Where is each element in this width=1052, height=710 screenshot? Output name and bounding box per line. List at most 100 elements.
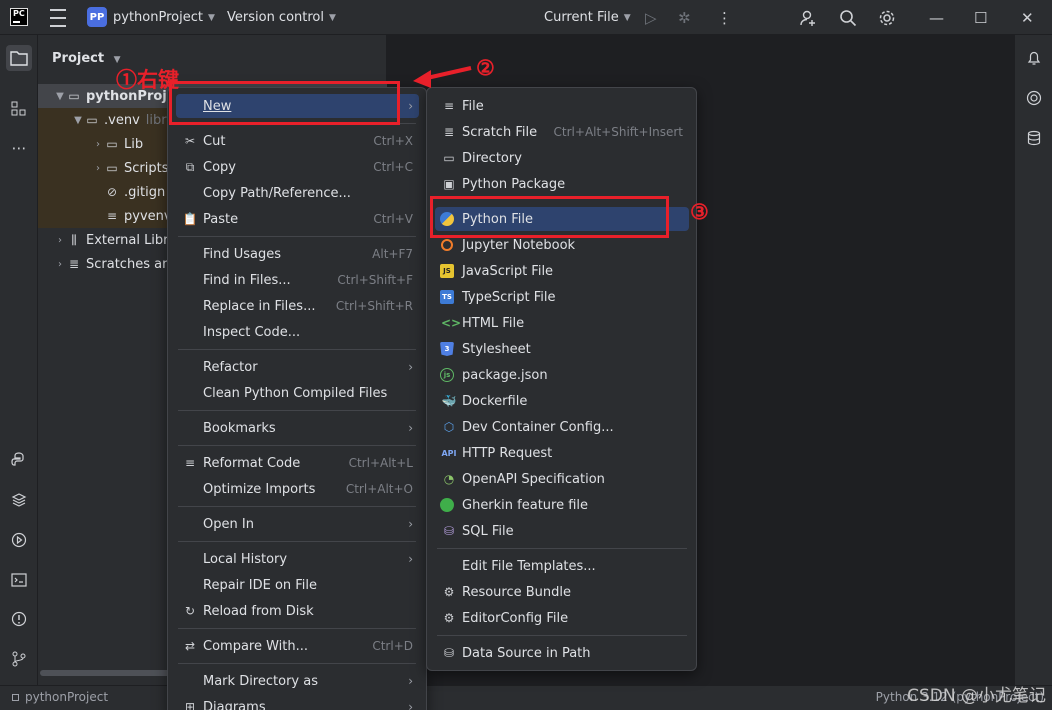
menu-item-optimize-imports[interactable]: Optimize Imports Ctrl+Alt+O xyxy=(176,477,419,501)
add-user-icon[interactable] xyxy=(799,0,817,35)
run-config-selector[interactable]: Current File ▼ xyxy=(544,0,631,35)
new-item-dev-container[interactable]: ⬡ Dev Container Config... xyxy=(435,415,689,439)
run-icon[interactable]: ▷ xyxy=(645,0,657,35)
menu-item-diagrams[interactable]: ⊞ Diagrams › xyxy=(176,695,419,710)
menu-item-label: Replace in Files... xyxy=(203,298,316,314)
new-item-data-source[interactable]: ⛁ Data Source in Path xyxy=(435,641,689,665)
notifications-bell-icon[interactable] xyxy=(1021,45,1047,71)
new-item-stylesheet[interactable]: 3 Stylesheet xyxy=(435,337,689,361)
close-icon[interactable]: ✕ xyxy=(1021,0,1034,35)
project-folder-icon[interactable] xyxy=(6,45,32,71)
new-item-http-request[interactable]: API HTTP Request xyxy=(435,441,689,465)
folder-icon: ▭ xyxy=(443,151,455,165)
main-menu-button[interactable] xyxy=(48,0,68,35)
maximize-icon[interactable]: ☐ xyxy=(974,0,987,35)
layers-icon[interactable] xyxy=(6,487,32,513)
menu-item-reload-from-disk[interactable]: ↻ Reload from Disk xyxy=(176,599,419,623)
menu-item-mark-directory[interactable]: Mark Directory as › xyxy=(176,669,419,693)
vcs-label: Version control xyxy=(227,10,324,25)
panel-title: Project xyxy=(52,51,105,66)
tree-item-label: Scripts xyxy=(124,160,169,176)
project-name: pythonProject xyxy=(113,10,203,25)
new-item-typescript-file[interactable]: TS TypeScript File xyxy=(435,285,689,309)
menu-item-label: Compare With... xyxy=(203,638,309,654)
new-item-resource-bundle[interactable]: ⚙ Resource Bundle xyxy=(435,580,689,604)
settings-gear-icon[interactable] xyxy=(878,0,896,35)
menu-item-copy-path[interactable]: Copy Path/Reference... xyxy=(176,181,419,205)
menu-item-local-history[interactable]: Local History › xyxy=(176,547,419,571)
gear-icon: ⚙ xyxy=(443,611,455,625)
menu-item-replace-in-files[interactable]: Replace in Files... Ctrl+Shift+R xyxy=(176,294,419,318)
new-item-dockerfile[interactable]: 🐳 Dockerfile xyxy=(435,389,689,413)
new-item-gherkin[interactable]: Gherkin feature file xyxy=(435,493,689,517)
menu-item-label: Open In xyxy=(203,516,254,532)
project-panel-header[interactable]: Project ▼ xyxy=(52,51,121,66)
menu-separator xyxy=(178,541,416,542)
menu-item-cut[interactable]: ✂ Cut Ctrl+X xyxy=(176,129,419,153)
menu-item-refactor[interactable]: Refactor › xyxy=(176,355,419,379)
menu-item-paste[interactable]: 📋 Paste Ctrl+V xyxy=(176,207,419,231)
database-icon: ⛁ xyxy=(443,646,455,660)
pycharm-logo-icon[interactable]: PC xyxy=(10,8,28,26)
menu-item-shortcut: Ctrl+V xyxy=(373,212,413,226)
status-project-name: pythonProject xyxy=(25,690,109,704)
menu-item-bookmarks[interactable]: Bookmarks › xyxy=(176,416,419,440)
new-item-html-file[interactable]: <> HTML File xyxy=(435,311,689,335)
new-item-file[interactable]: ≡ File xyxy=(435,94,689,118)
new-item-edit-templates[interactable]: Edit File Templates... xyxy=(435,554,689,578)
new-item-javascript-file[interactable]: JS JavaScript File xyxy=(435,259,689,283)
chevron-right-icon: › xyxy=(96,138,100,150)
new-item-directory[interactable]: ▭ Directory xyxy=(435,146,689,170)
new-item-python-package[interactable]: ▣ Python Package xyxy=(435,172,689,196)
menu-item-reformat-code[interactable]: ≡ Reformat Code Ctrl+Alt+L xyxy=(176,451,419,475)
chevron-right-icon: › xyxy=(408,421,413,435)
problems-icon[interactable] xyxy=(6,606,32,632)
services-run-icon[interactable] xyxy=(6,527,32,553)
new-item-package-json[interactable]: js package.json xyxy=(435,363,689,387)
search-icon[interactable] xyxy=(839,0,857,35)
menu-item-label: HTTP Request xyxy=(462,445,553,461)
menu-item-find-in-files[interactable]: Find in Files... Ctrl+Shift+F xyxy=(176,268,419,292)
menu-item-compare-with[interactable]: ⇄ Compare With... Ctrl+D xyxy=(176,634,419,658)
menu-item-label: Dockerfile xyxy=(462,393,528,409)
new-item-sql-file[interactable]: ⛁ SQL File xyxy=(435,519,689,543)
menu-item-label: Diagrams xyxy=(203,699,266,710)
menu-item-shortcut: Ctrl+Alt+O xyxy=(345,482,413,496)
horizontal-scrollbar[interactable] xyxy=(40,670,170,676)
status-project-breadcrumb[interactable]: pythonProject xyxy=(12,690,108,704)
menu-item-inspect-code[interactable]: Inspect Code... xyxy=(176,320,419,344)
minimize-icon[interactable]: — xyxy=(929,0,944,35)
gherkin-icon xyxy=(440,498,454,512)
menu-item-find-usages[interactable]: Find Usages Alt+F7 xyxy=(176,242,419,266)
vcs-selector[interactable]: Version control ▼ xyxy=(227,0,336,35)
menu-separator xyxy=(178,663,416,664)
menu-item-open-in[interactable]: Open In › xyxy=(176,512,419,536)
structure-icon[interactable] xyxy=(6,96,32,122)
database-icon[interactable] xyxy=(1021,125,1047,151)
annotation-step3: ③ xyxy=(690,199,709,224)
git-branch-icon[interactable] xyxy=(6,646,32,672)
menu-item-shortcut: Ctrl+Alt+L xyxy=(348,456,413,470)
more-actions-icon[interactable]: ⋮ xyxy=(717,0,732,35)
terminal-icon[interactable] xyxy=(6,567,32,593)
tree-item-label: Scratches and xyxy=(86,256,179,272)
copy-icon: ⧉ xyxy=(185,159,195,174)
menu-item-repair-ide[interactable]: Repair IDE on File xyxy=(176,573,419,597)
new-item-scratch-file[interactable]: ≣ Scratch File Ctrl+Alt+Shift+Insert xyxy=(435,120,689,144)
python-console-icon[interactable] xyxy=(6,447,32,473)
new-item-openapi[interactable]: ◔ OpenAPI Specification xyxy=(435,467,689,491)
scratches-icon: ≣ xyxy=(68,257,80,271)
project-badge[interactable]: PP xyxy=(87,7,107,27)
menu-item-label: Paste xyxy=(203,211,239,227)
more-tools-icon[interactable]: ⋯ xyxy=(6,135,32,161)
ai-assistant-icon[interactable] xyxy=(1021,85,1047,111)
project-selector[interactable]: pythonProject ▼ xyxy=(113,0,215,35)
menu-item-copy[interactable]: ⧉ Copy Ctrl+C xyxy=(176,155,419,179)
chevron-down-icon: ▼ xyxy=(74,114,82,126)
menu-item-clean-compiled[interactable]: Clean Python Compiled Files xyxy=(176,381,419,405)
new-item-editorconfig[interactable]: ⚙ EditorConfig File xyxy=(435,606,689,630)
chevron-down-icon: ▼ xyxy=(623,12,631,23)
annotation-arrow-icon xyxy=(413,66,472,88)
status-bar: pythonProject Python 3.12 (pythonProject… xyxy=(0,685,1052,710)
debug-icon[interactable]: ✲ xyxy=(678,0,691,35)
